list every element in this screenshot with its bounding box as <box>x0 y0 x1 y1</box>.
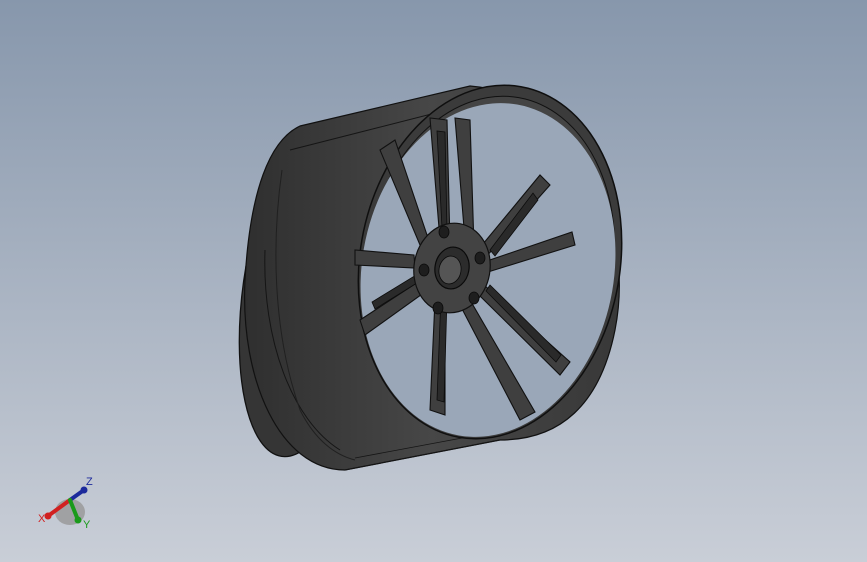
triad-z-label: Z <box>86 476 93 488</box>
triad-z-axis <box>68 486 88 502</box>
triad-y-label: Y <box>83 519 91 531</box>
triad-x-label: X <box>38 513 46 525</box>
view-orientation-triad[interactable]: Z X Y <box>34 470 104 540</box>
wheel-model[interactable] <box>0 0 867 562</box>
graphics-viewport[interactable]: Z X Y <box>0 0 867 562</box>
